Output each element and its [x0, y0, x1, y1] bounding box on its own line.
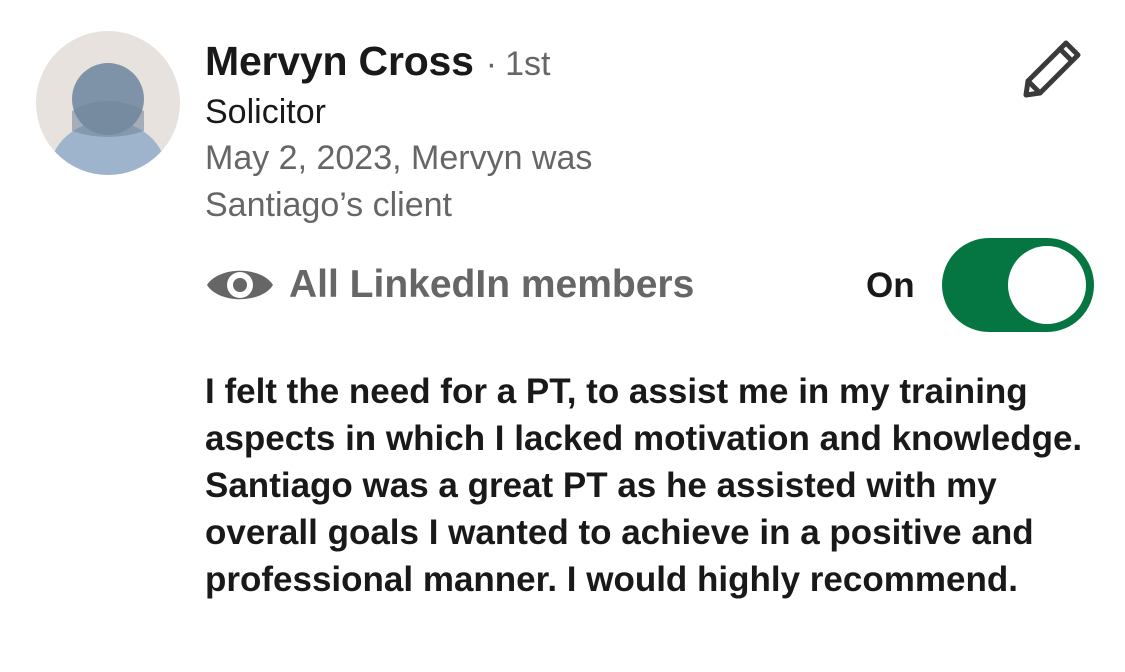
visibility-row: All LinkedIn members — [205, 260, 694, 310]
pencil-icon — [1023, 40, 1081, 98]
visibility-toggle[interactable] — [942, 238, 1094, 332]
author-title: Solicitor — [205, 93, 326, 131]
separator-dot: · — [485, 45, 498, 83]
relation-text: May 2, 2023, Mervyn was Santiago’s clien… — [205, 139, 593, 224]
visibility-label: All LinkedIn members — [289, 263, 695, 306]
edit-button[interactable] — [1020, 36, 1086, 98]
eye-icon — [207, 270, 273, 300]
recommendation-text: I felt the need for a PT, to assist me i… — [205, 372, 1083, 599]
author-name[interactable]: Mervyn Cross — [205, 38, 474, 85]
avatar-placeholder-icon — [36, 31, 180, 175]
recommendation-header: Mervyn Cross · 1st Solicitor May 2, 2023… — [205, 38, 1005, 229]
toggle-state-label: On — [866, 266, 915, 305]
avatar[interactable] — [36, 31, 180, 175]
name-line: Mervyn Cross · 1st — [205, 38, 1005, 85]
toggle-knob — [1008, 246, 1086, 324]
connection-degree: 1st — [505, 45, 551, 83]
